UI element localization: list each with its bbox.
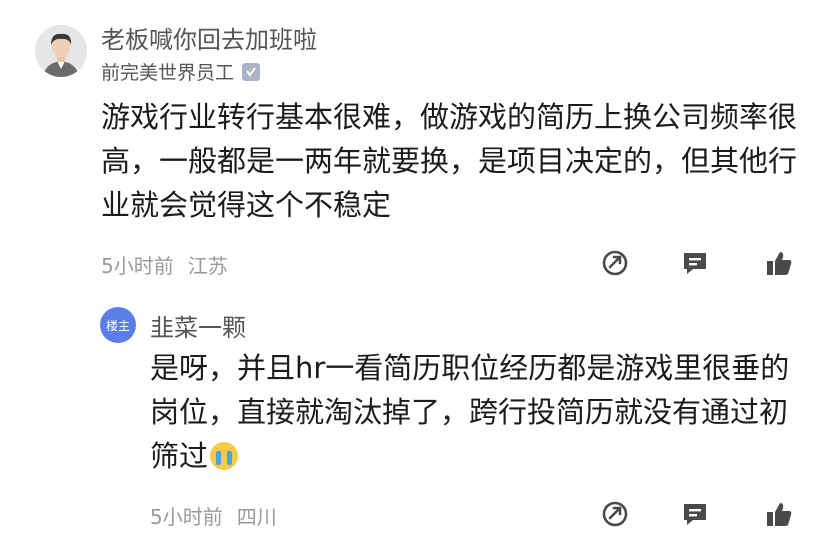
comment-text: 游戏行业转行基本很难，做游戏的简历上换公司频率很高，一般都是一两年就要换，是项目… (101, 100, 798, 222)
thumbs-up-icon (767, 252, 792, 275)
op-badge: 楼主 (100, 307, 136, 343)
reply-reply-button[interactable] (680, 499, 710, 529)
reply-meta: 5小时前 四川 (150, 501, 277, 530)
comment-meta: 5小时前 江苏 (101, 250, 228, 279)
crying-face-icon (210, 442, 239, 470)
user-title-label: 前完美世界员工 (101, 62, 235, 84)
reply-time: 5小时前 (150, 505, 223, 529)
comment-time: 5小时前 (101, 254, 174, 278)
username[interactable]: 老板喊你回去加班啦 (101, 20, 317, 55)
share-button[interactable] (600, 248, 630, 278)
user-avatar-icon (35, 25, 87, 77)
reply-username[interactable]: 韭菜一颗 (150, 308, 246, 343)
like-button[interactable] (764, 248, 794, 278)
share-icon (602, 250, 628, 276)
share-icon (602, 501, 628, 527)
reply-share-button[interactable] (600, 499, 630, 529)
comment-location: 江苏 (187, 254, 228, 278)
comment-bubble-icon (684, 504, 706, 525)
reply-button[interactable] (680, 248, 710, 278)
reply-location: 四川 (236, 505, 277, 529)
comment-bubble-icon (684, 253, 706, 274)
reply-like-button[interactable] (764, 499, 794, 529)
verified-icon (242, 62, 261, 81)
user-title: 前完美世界员工 (101, 58, 261, 85)
reply-text-body: 是呀，并且hr一看简历职位经历都是游戏里很垂的岗位，直接就淘汰掉了，跨行投简历就… (150, 351, 790, 473)
thumbs-up-icon (767, 503, 792, 526)
avatar[interactable] (35, 25, 87, 77)
reply-text: 是呀，并且hr一看简历职位经历都是游戏里很垂的岗位，直接就淘汰掉了，跨行投简历就… (150, 346, 790, 478)
